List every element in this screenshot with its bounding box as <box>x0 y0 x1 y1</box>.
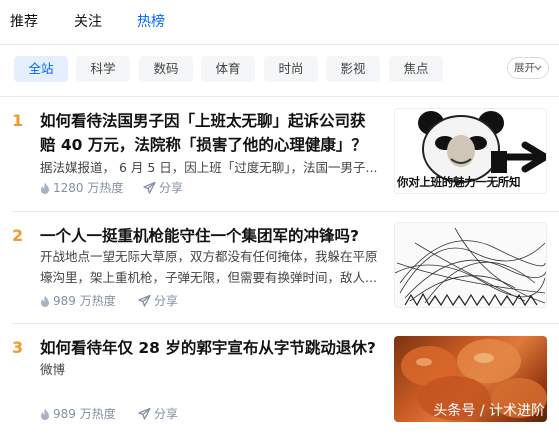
rank-number: 3 <box>12 338 24 357</box>
share-button[interactable]: 分享 <box>143 179 183 197</box>
tab-recommend[interactable]: 推荐 <box>10 11 38 31</box>
rank-number: 1 <box>12 111 24 130</box>
hot-list-item[interactable]: 3 如何看待年仅 28 岁的郭宇宣布从字节跳动退休? 微博 989 万热度 分享… <box>0 324 559 435</box>
top-nav-tabs: 推荐 关注 热榜 <box>0 0 559 44</box>
filter-chip-all[interactable]: 全站 <box>14 56 68 82</box>
question-title[interactable]: 如何看待年仅 28 岁的郭宇宣布从字节跳动退休? <box>40 336 380 360</box>
share-icon <box>138 294 151 307</box>
flame-icon <box>41 182 49 194</box>
filter-chip-digital[interactable]: 数码 <box>139 56 193 82</box>
question-title[interactable]: 一个人一挺重机枪能守住一个集团军的冲锋吗? <box>40 224 380 248</box>
filter-chip-science[interactable]: 科学 <box>76 56 130 82</box>
tab-hot-list[interactable]: 热榜 <box>137 11 165 31</box>
question-title[interactable]: 如何看待法国男子因「上班太无聊」起诉公司获赔 40 万元，法院称「损害了他的心理… <box>40 109 380 157</box>
answer-excerpt[interactable]: 微博 <box>40 359 382 380</box>
expand-label: 展开 <box>514 62 535 74</box>
share-button[interactable]: 分享 <box>138 292 178 310</box>
sketch-diagram-image[interactable] <box>394 222 547 308</box>
share-icon <box>143 181 156 194</box>
hot-list-item[interactable]: 2 一个人一挺重机枪能守住一个集团军的冲锋吗? 开战地点一望无际大草原，双方都没… <box>0 212 559 326</box>
chevron-down-icon <box>534 65 542 71</box>
tab-follow[interactable]: 关注 <box>74 11 102 31</box>
sketch-diagram-drawing <box>395 227 546 307</box>
rank-number: 2 <box>12 226 24 245</box>
tabs-divider <box>0 44 559 45</box>
flame-icon <box>41 295 49 307</box>
share-button[interactable]: 分享 <box>138 405 178 423</box>
heat-count: 989 万热度 <box>40 292 116 310</box>
category-filter-bar: 全站 科学 数码 体育 时尚 影视 焦点 展开 <box>0 56 559 84</box>
share-icon <box>138 407 151 420</box>
filter-chip-sports[interactable]: 体育 <box>201 56 255 82</box>
flame-icon <box>41 408 49 420</box>
answer-excerpt[interactable]: 开战地点一望无际大草原，双方都没有任何掩体，我躲在平原壕沟里，架上重机枪，子弹无… <box>40 246 382 288</box>
watermark-caption: 头条号 / 计术进阶 <box>433 403 545 419</box>
braised-pork-food-image[interactable]: 头条号 / 计术进阶 <box>394 336 547 422</box>
filter-chip-fashion[interactable]: 时尚 <box>264 56 318 82</box>
filter-chip-film[interactable]: 影视 <box>326 56 380 82</box>
meme-caption: 你对上班的魅力一无所知 <box>397 175 521 189</box>
panda-meme-image[interactable]: 你对上班的魅力一无所知 <box>394 108 547 194</box>
heat-count: 1280 万热度 <box>40 179 123 197</box>
hot-list-item[interactable]: 1 如何看待法国男子因「上班太无聊」起诉公司获赔 40 万元，法院称「损害了他的… <box>0 97 559 211</box>
answer-excerpt[interactable]: 据法媒报道， 6 月 5 日，因上班「过度无聊」，法国一男子... <box>40 157 382 178</box>
heat-count: 989 万热度 <box>40 405 116 423</box>
filter-chip-focus[interactable]: 焦点 <box>389 56 443 82</box>
expand-filters-button[interactable]: 展开 <box>507 57 549 79</box>
